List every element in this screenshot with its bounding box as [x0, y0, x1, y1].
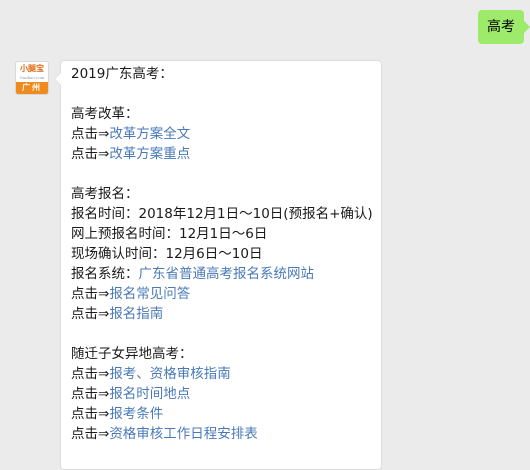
message-body: 2019广东高考： 高考改革： 点击⇒改革方案全文 点击⇒改革方案重点 高考报名： 报名时…	[71, 64, 373, 444]
message-link[interactable]: 改革方案重点	[109, 146, 190, 162]
link-prefix: 点击⇒	[71, 426, 110, 442]
message-link-line: 点击⇒报名常见问答	[71, 284, 371, 304]
link-prefix: 点击⇒	[71, 146, 110, 162]
outgoing-message-bubble[interactable]: 高考	[478, 10, 530, 44]
message-text-line: 现场确认时间：12月6日～10日	[71, 246, 263, 262]
message-text-line: 高考改革：	[71, 106, 139, 122]
message-text-line: 2019广东高考：	[71, 66, 173, 82]
message-text-line: 高考报名：	[71, 186, 139, 202]
outgoing-message-text: 高考	[487, 19, 515, 35]
link-prefix: 点击⇒	[71, 126, 110, 142]
incoming-message-bubble: 2019广东高考： 高考改革： 点击⇒改革方案全文 点击⇒改革方案重点 高考报名： 报名时…	[54, 60, 382, 470]
message-link-line: 报名系统：广东省普通高考报名系统网站	[71, 264, 371, 284]
link-prefix: 点击⇒	[71, 366, 110, 382]
message-link-line: 点击⇒报名时间地点	[71, 384, 371, 404]
avatar-brand-logo: 小腿宝 Gaokao.com	[19, 63, 45, 80]
message-link[interactable]: 报名时间地点	[109, 386, 190, 402]
sender-avatar[interactable]: 小腿宝 Gaokao.com 广州	[15, 61, 49, 95]
message-link[interactable]: 报考、资格审核指南	[109, 366, 231, 382]
link-prefix: 点击⇒	[71, 286, 110, 302]
message-text-line: 网上预报名时间：12月1日～6日	[71, 226, 268, 242]
link-prefix: 点击⇒	[71, 386, 110, 402]
message-text-line: 报名时间：2018年12月1日～10日(预报名+确认)	[71, 206, 373, 222]
message-link[interactable]: 报名指南	[109, 306, 163, 322]
message-link[interactable]: 报名常见问答	[109, 286, 190, 302]
message-link[interactable]: 报考条件	[109, 406, 163, 422]
avatar-city-label: 广州	[16, 82, 48, 94]
message-link-line: 点击⇒改革方案全文	[71, 124, 371, 144]
message-link[interactable]: 改革方案全文	[109, 126, 190, 142]
link-prefix: 点击⇒	[71, 306, 110, 322]
link-prefix: 报名系统：	[71, 266, 139, 282]
link-prefix: 点击⇒	[71, 406, 110, 422]
message-link-line: 点击⇒报考、资格审核指南	[71, 364, 371, 384]
message-text-line: 随迁子女异地高考：	[71, 346, 193, 362]
message-link-line: 点击⇒资格审核工作日程安排表	[71, 424, 371, 444]
message-link[interactable]: 广东省普通高考报名系统网站	[139, 266, 315, 282]
message-link-line: 点击⇒改革方案重点	[71, 144, 371, 164]
message-link[interactable]: 资格审核工作日程安排表	[109, 426, 258, 442]
message-link-line: 点击⇒报名指南	[71, 304, 371, 324]
message-link-line: 点击⇒报考条件	[71, 404, 371, 424]
